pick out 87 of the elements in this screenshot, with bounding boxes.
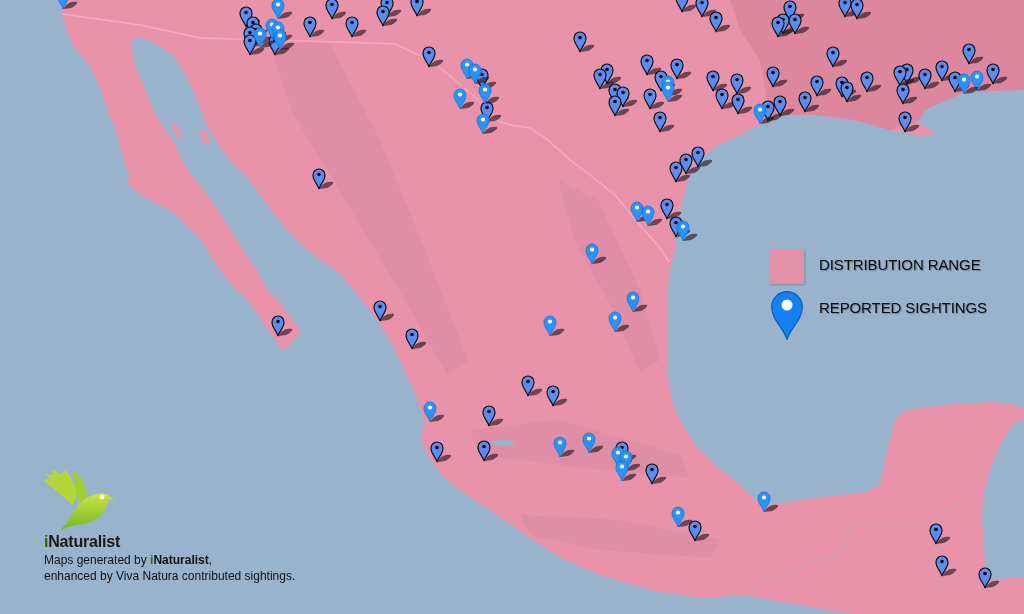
map-pin-icon	[573, 31, 595, 53]
map-pin-icon	[766, 66, 788, 88]
map-pin-icon	[679, 153, 701, 175]
map-pin-icon	[582, 432, 604, 454]
map-pin-icon	[468, 63, 490, 85]
map-pin-icon	[640, 54, 662, 76]
map-pin-icon	[376, 5, 398, 27]
map-pin-icon	[626, 291, 648, 313]
map-pin-icon	[453, 88, 475, 110]
map-pin-icon	[661, 81, 683, 103]
map-pin-icon	[860, 71, 882, 93]
map-pin-icon	[273, 29, 295, 51]
map-pin-icon	[271, 315, 293, 337]
map-pin-icon	[893, 65, 915, 87]
bird-icon	[42, 468, 114, 532]
map-pin-icon	[771, 16, 793, 38]
map-pin-icon	[935, 555, 957, 577]
map-pin-icon	[929, 523, 951, 545]
map-pin-icon	[312, 168, 334, 190]
map-pin-icon	[430, 441, 452, 463]
map-pin-icon	[546, 385, 568, 407]
map-pin-icon	[669, 161, 691, 183]
map-pin-icon	[757, 491, 779, 513]
map-pin-icon	[753, 103, 775, 125]
map-pin-icon	[521, 375, 543, 397]
map-pin-icon	[243, 34, 265, 56]
map-pin-icon	[56, 0, 78, 10]
map-pin-icon	[978, 567, 1000, 589]
map-pin-icon	[918, 68, 940, 90]
map-pin-icon	[478, 83, 500, 105]
map-pin-icon	[543, 315, 565, 337]
map-pin-icon	[840, 81, 862, 103]
map-pin-icon	[957, 73, 979, 95]
map-pin-icon	[423, 401, 445, 423]
legend-label: DISTRIBUTION RANGE	[819, 256, 981, 274]
map-pin-icon	[810, 75, 832, 97]
logo-wordmark: iNaturalist	[44, 532, 121, 552]
map-pin-icon	[706, 70, 728, 92]
map-pin-icon	[788, 13, 810, 35]
map-pin-icon	[770, 291, 803, 340]
map-pin-icon	[773, 95, 795, 117]
lake	[491, 440, 515, 446]
map-pin-icon	[730, 73, 752, 95]
map-pin-icon	[477, 440, 499, 462]
map-pin-icon	[608, 311, 630, 333]
map-pin-icon	[405, 328, 427, 350]
map-pin-icon	[731, 93, 753, 115]
map-pin-icon	[709, 11, 731, 33]
map-pin-icon	[476, 113, 498, 135]
map-pin-icon	[345, 16, 367, 38]
map-pin-icon	[593, 68, 615, 90]
map-pin-icon	[585, 243, 607, 265]
swatch-icon	[769, 249, 804, 284]
map-pin-icon	[970, 70, 992, 92]
map-pin-icon	[671, 506, 693, 528]
credit-text: Maps generated by iNaturalist, enhanced by Viva Natura contributed sightings.	[44, 552, 296, 584]
map-pin-icon	[271, 0, 293, 20]
map-pin-icon	[898, 111, 920, 133]
map-pin-icon	[410, 0, 432, 17]
map-pin-icon	[643, 88, 665, 110]
map-pin-icon	[850, 0, 872, 20]
map-pin-icon	[482, 405, 504, 427]
map-pin-icon	[303, 16, 325, 38]
island	[171, 123, 183, 139]
map-pin-icon	[645, 463, 667, 485]
map-pin-icon	[653, 111, 675, 133]
map-pin-icon	[896, 83, 918, 105]
map-pin-icon	[676, 220, 698, 242]
map-pin-icon	[422, 46, 444, 68]
map-pin-icon	[373, 300, 395, 322]
island	[200, 129, 210, 145]
map-pin-icon	[670, 58, 692, 80]
map-pin-icon	[615, 460, 637, 482]
map-pin-icon	[986, 63, 1008, 85]
map-pin-icon	[608, 95, 630, 117]
map-pin-icon	[660, 198, 682, 220]
map-pin-icon	[691, 146, 713, 168]
legend-label: REPORTED SIGHTINGS	[819, 299, 987, 317]
map-pin-icon	[641, 205, 663, 227]
map-pin-icon	[798, 91, 820, 113]
map-pin-icon	[675, 0, 697, 13]
map-pin-icon	[962, 43, 984, 65]
map-pin-icon	[688, 520, 710, 542]
map-pin-icon	[553, 436, 575, 458]
map-pin-icon	[826, 46, 848, 68]
map-pin-icon	[325, 0, 347, 20]
map-pin-icon	[695, 0, 717, 18]
